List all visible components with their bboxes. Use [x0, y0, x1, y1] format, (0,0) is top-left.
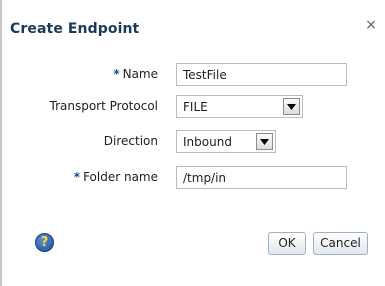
name-input[interactable]	[176, 63, 347, 86]
chevron-down-icon[interactable]	[256, 133, 273, 150]
transport-protocol-select[interactable]: FILE	[176, 95, 303, 118]
help-icon[interactable]: ?	[35, 233, 54, 252]
folder-name-input[interactable]	[176, 166, 347, 189]
required-marker: *	[73, 170, 81, 184]
dialog-title: Create Endpoint	[10, 21, 140, 37]
create-endpoint-dialog: Create Endpoint × *Name Transport Protoc…	[0, 0, 385, 286]
cancel-button[interactable]: Cancel	[313, 232, 368, 255]
name-row: * Name	[0, 63, 385, 87]
name-label: * Name	[113, 67, 158, 81]
transport-protocol-label: Transport Protocol	[49, 99, 158, 113]
chevron-down-icon[interactable]	[283, 98, 300, 115]
direction-label: Direction	[103, 134, 158, 148]
transport-protocol-row: Transport Protocol FILE	[0, 95, 385, 119]
direction-value: Inbound	[183, 135, 232, 149]
direction-select[interactable]: Inbound	[176, 130, 276, 153]
folder-name-row: * Folder name	[0, 166, 385, 190]
name-label-text: Name	[122, 67, 158, 81]
transport-protocol-value: FILE	[183, 100, 208, 114]
folder-name-label: * Folder name	[74, 170, 158, 184]
folder-name-label-text: Folder name	[83, 170, 158, 184]
ok-button[interactable]: OK	[268, 232, 306, 255]
required-marker: *	[113, 67, 120, 81]
close-icon[interactable]: ×	[364, 18, 378, 32]
direction-row: Direction Inbound	[0, 130, 385, 154]
